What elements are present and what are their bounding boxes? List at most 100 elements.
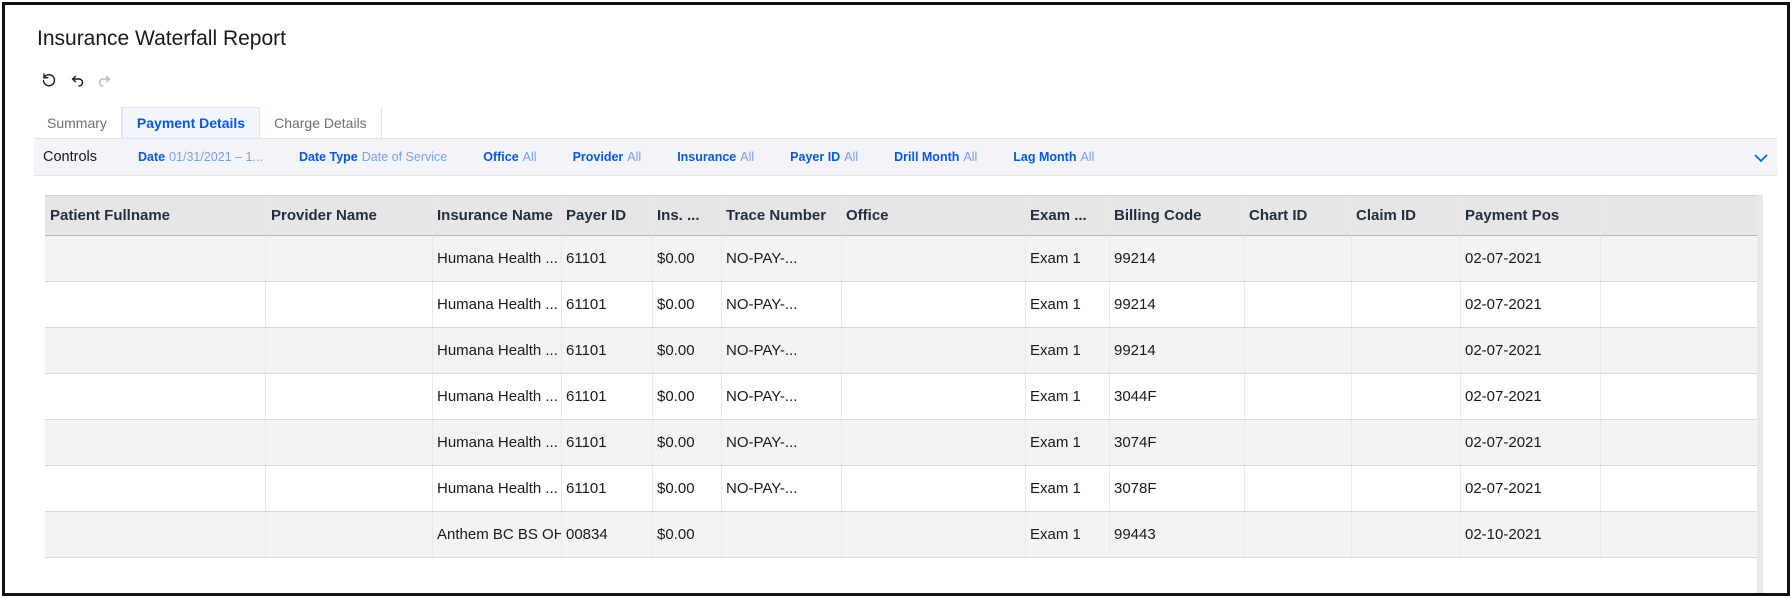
filter-drill-month[interactable]: Drill Month All	[894, 150, 977, 164]
cell-payer-id: 00834	[562, 512, 653, 557]
cell-office	[842, 466, 1026, 511]
cell-ins-amount: $0.00	[653, 374, 722, 419]
cell-patient-fullname	[45, 236, 266, 281]
toolbar	[41, 72, 113, 88]
cell-payment-posted: 02-07-2021	[1461, 466, 1601, 511]
cell-payment-posted: 02-07-2021	[1461, 282, 1601, 327]
cell-chart-id	[1245, 328, 1352, 373]
cell-trace-number: NO-PAY-...	[722, 236, 842, 281]
cell-trace-number	[722, 512, 842, 557]
cell-payer-id: 61101	[562, 466, 653, 511]
column-header-provider-name[interactable]: Provider Name	[266, 196, 433, 235]
cell-exam: Exam 1	[1026, 420, 1110, 465]
cell-payment-posted: 02-07-2021	[1461, 420, 1601, 465]
cell-billing-code: 3074F	[1110, 420, 1245, 465]
cell-office	[842, 374, 1026, 419]
cell-patient-fullname	[45, 328, 266, 373]
cell-patient-fullname	[45, 512, 266, 557]
cell-insurance-name: Humana Health ...	[433, 236, 562, 281]
cell-billing-code: 3044F	[1110, 374, 1245, 419]
cell-trace-number: NO-PAY-...	[722, 420, 842, 465]
cell-insurance-name: Anthem BC BS OH	[433, 512, 562, 557]
cell-patient-fullname	[45, 374, 266, 419]
cell-claim-id	[1352, 282, 1461, 327]
cell-chart-id	[1245, 282, 1352, 327]
filter-date-type[interactable]: Date Type Date of Service	[299, 150, 447, 164]
table-row[interactable]: Humana Health ... 61101 $0.00 NO-PAY-... Exa…	[45, 282, 1757, 328]
column-header-payer-id[interactable]: Payer ID	[562, 196, 653, 235]
filter-provider[interactable]: Provider All	[573, 150, 642, 164]
cell-trace-number: NO-PAY-...	[722, 374, 842, 419]
tab-summary[interactable]: Summary	[37, 107, 122, 138]
table-row[interactable]: Anthem BC BS OH 00834 $0.00 Exam 1 99443 02-1…	[45, 512, 1757, 558]
column-header-payment-posted[interactable]: Payment Pos	[1461, 196, 1601, 235]
filter-date[interactable]: Date 01/31/2021 – 1...	[138, 150, 263, 164]
filter-payer-id[interactable]: Payer ID All	[790, 150, 858, 164]
cell-payer-id: 61101	[562, 420, 653, 465]
cell-claim-id	[1352, 420, 1461, 465]
tab-payment-details[interactable]: Payment Details	[121, 107, 261, 138]
cell-trace-number: NO-PAY-...	[722, 282, 842, 327]
tab-charge-details[interactable]: Charge Details	[260, 107, 382, 138]
table-row[interactable]: Humana Health ... 61101 $0.00 NO-PAY-... Exa…	[45, 374, 1757, 420]
cell-claim-id	[1352, 236, 1461, 281]
table-header: Patient Fullname Provider Name Insurance N…	[45, 195, 1757, 236]
cell-office	[842, 282, 1026, 327]
filter-lag-month[interactable]: Lag Month All	[1013, 150, 1094, 164]
cell-patient-fullname	[45, 420, 266, 465]
cell-patient-fullname	[45, 466, 266, 511]
cell-provider-name	[266, 512, 433, 557]
cell-office	[842, 420, 1026, 465]
cell-exam: Exam 1	[1026, 512, 1110, 557]
undo-icon[interactable]	[69, 72, 85, 88]
column-header-office[interactable]: Office	[842, 196, 1026, 235]
table-row[interactable]: Humana Health ... 61101 $0.00 NO-PAY-... Exa…	[45, 236, 1757, 282]
cell-payment-posted: 02-10-2021	[1461, 512, 1601, 557]
cell-trace-number: NO-PAY-...	[722, 328, 842, 373]
table-row[interactable]: Humana Health ... 61101 $0.00 NO-PAY-... Exa…	[45, 420, 1757, 466]
cell-insurance-name: Humana Health ...	[433, 328, 562, 373]
cell-chart-id	[1245, 512, 1352, 557]
cell-payer-id: 61101	[562, 282, 653, 327]
column-header-trace-number[interactable]: Trace Number	[722, 196, 842, 235]
cell-claim-id	[1352, 512, 1461, 557]
cell-ins-amount: $0.00	[653, 328, 722, 373]
cell-office	[842, 512, 1026, 557]
cell-office	[842, 328, 1026, 373]
redo-icon[interactable]	[97, 72, 113, 88]
cell-billing-code: 99214	[1110, 328, 1245, 373]
cell-office	[842, 236, 1026, 281]
reset-icon[interactable]	[41, 72, 57, 88]
cell-insurance-name: Humana Health ...	[433, 282, 562, 327]
report-window: Insurance Waterfall Report Summary Payme…	[2, 2, 1790, 596]
chevron-down-icon[interactable]	[1753, 150, 1769, 166]
cell-payer-id: 61101	[562, 328, 653, 373]
controls-label: Controls	[43, 149, 97, 165]
cell-provider-name	[266, 236, 433, 281]
column-header-claim-id[interactable]: Claim ID	[1352, 196, 1461, 235]
cell-provider-name	[266, 420, 433, 465]
cell-exam: Exam 1	[1026, 466, 1110, 511]
filter-insurance[interactable]: Insurance All	[677, 150, 754, 164]
cell-exam: Exam 1	[1026, 328, 1110, 373]
cell-trace-number: NO-PAY-...	[722, 466, 842, 511]
column-header-exam[interactable]: Exam ...	[1026, 196, 1110, 235]
column-header-ins-amount[interactable]: Ins. ...	[653, 196, 722, 235]
cell-chart-id	[1245, 420, 1352, 465]
cell-exam: Exam 1	[1026, 374, 1110, 419]
column-header-patient-fullname[interactable]: Patient Fullname	[45, 196, 266, 235]
cell-payment-posted: 02-07-2021	[1461, 374, 1601, 419]
cell-insurance-name: Humana Health ...	[433, 374, 562, 419]
cell-ins-amount: $0.00	[653, 282, 722, 327]
table-row[interactable]: Humana Health ... 61101 $0.00 NO-PAY-... Exa…	[45, 328, 1757, 374]
column-header-chart-id[interactable]: Chart ID	[1245, 196, 1352, 235]
payment-details-table: Patient Fullname Provider Name Insurance N…	[45, 195, 1763, 593]
cell-chart-id	[1245, 236, 1352, 281]
cell-payer-id: 61101	[562, 236, 653, 281]
cell-billing-code: 99443	[1110, 512, 1245, 557]
column-header-billing-code[interactable]: Billing Code	[1110, 196, 1245, 235]
cell-chart-id	[1245, 466, 1352, 511]
filter-office[interactable]: Office All	[483, 150, 536, 164]
column-header-insurance-name[interactable]: Insurance Name	[433, 196, 562, 235]
table-row[interactable]: Humana Health ... 61101 $0.00 NO-PAY-... Exa…	[45, 466, 1757, 512]
